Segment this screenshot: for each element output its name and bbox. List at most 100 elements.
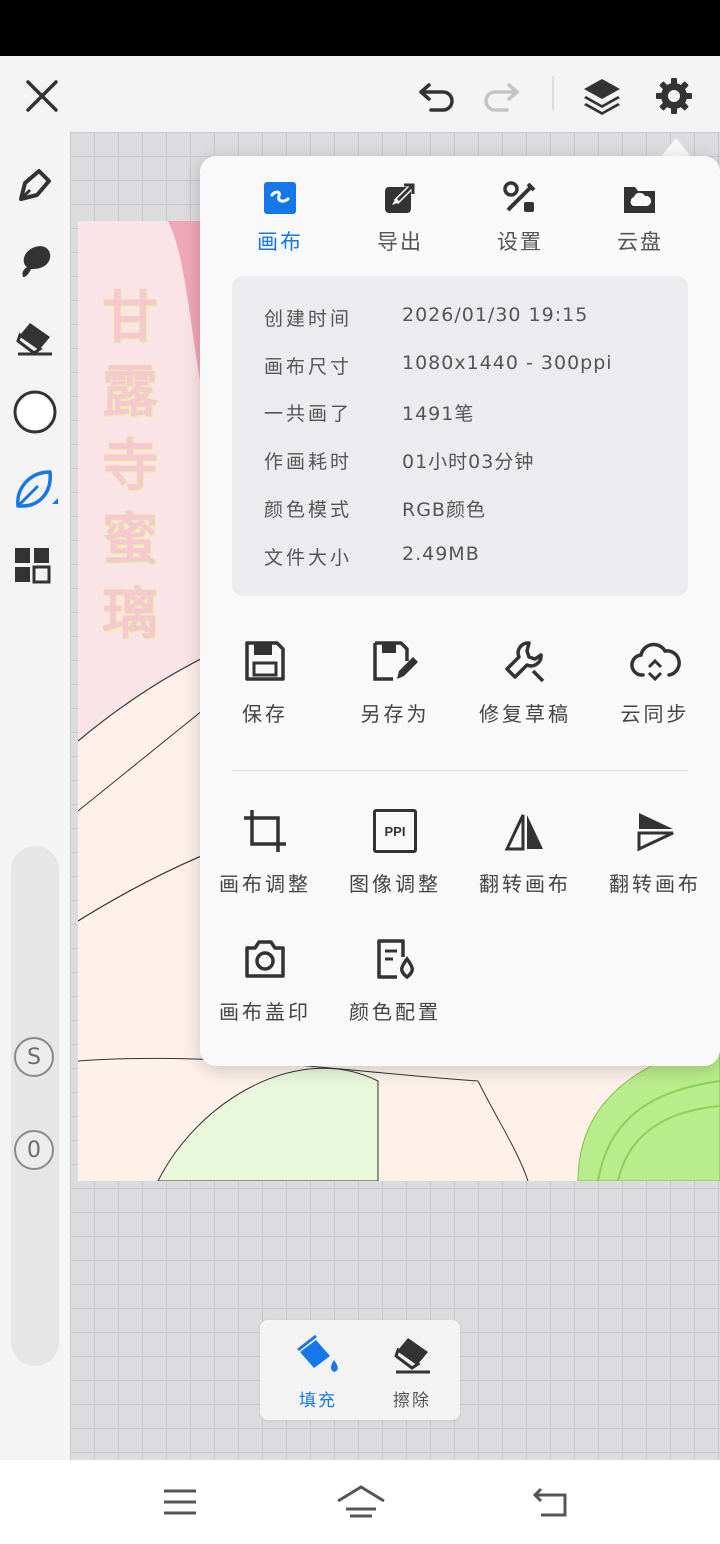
flip-horizontal-icon	[504, 814, 543, 851]
camera-icon	[245, 940, 285, 978]
tab-canvas[interactable]: 画布	[220, 176, 340, 256]
action-label: 另存为	[360, 702, 430, 726]
home-nav-button[interactable]	[334, 1480, 388, 1524]
smudge-icon	[22, 246, 51, 277]
tab-cloud-drive[interactable]: 云盘	[580, 176, 700, 256]
menu-nav-button[interactable]	[156, 1480, 204, 1524]
save-as-button[interactable]: 另存为	[330, 636, 460, 727]
info-key: 画布尺寸	[264, 356, 353, 378]
settings-button[interactable]	[650, 72, 698, 120]
artwork-title-char: 甘	[102, 285, 158, 351]
color-picker-button[interactable]	[10, 387, 60, 437]
info-value: 1080x1440 - 300ppi	[402, 352, 613, 374]
redo-icon	[484, 83, 519, 112]
size-badge[interactable]: S	[14, 1037, 54, 1077]
eraser-icon	[16, 323, 52, 356]
flip-horizontal-button[interactable]: 翻转画布	[460, 806, 590, 897]
info-key: 创建时间	[264, 308, 353, 330]
tab-settings[interactable]: 设置	[460, 176, 580, 256]
erase-label: 擦除	[393, 1391, 431, 1411]
leaf-tool-button[interactable]	[10, 464, 62, 514]
layers-button[interactable]	[578, 72, 626, 120]
canvas-icon	[264, 182, 296, 214]
export-icon	[385, 183, 415, 213]
flip-vertical-button[interactable]: 翻转画布	[590, 806, 720, 897]
tab-label: 导出	[377, 230, 423, 254]
color-config-icon	[377, 939, 414, 980]
artwork-title: 甘 露 寺 蜜 璃	[100, 281, 160, 651]
pen-icon	[19, 169, 51, 201]
save-as-icon	[373, 641, 418, 681]
action-label: 翻转画布	[479, 872, 571, 896]
grid-menu-button[interactable]	[12, 542, 52, 588]
cloud-sync-button[interactable]: 云同步	[590, 636, 720, 727]
fill-button[interactable]: 填充	[278, 1334, 358, 1411]
save-icon	[245, 641, 285, 681]
info-value: 01小时03分钟	[402, 451, 535, 473]
info-value: RGB颜色	[402, 499, 486, 521]
erase-button[interactable]: 擦除	[372, 1334, 452, 1411]
brush-size-slider[interactable]	[11, 846, 59, 1366]
color-config-button[interactable]: 颜色配置	[330, 934, 460, 1025]
cloud-sync-icon	[630, 642, 681, 682]
back-nav-button[interactable]	[526, 1480, 574, 1524]
repair-draft-button[interactable]: 修复草稿	[460, 636, 590, 727]
home-icon	[337, 1485, 385, 1518]
redo-button[interactable]	[478, 74, 524, 118]
settings-tools-icon	[503, 181, 536, 212]
eraser-tool-button[interactable]	[12, 314, 58, 360]
fill-tool-panel: 填充 擦除	[260, 1320, 460, 1420]
paint-bucket-icon	[297, 1334, 338, 1372]
eraser-icon	[394, 1338, 430, 1374]
artwork-title-char: 露	[102, 359, 158, 425]
save-button[interactable]: 保存	[200, 636, 330, 727]
undo-icon	[419, 83, 454, 112]
tab-export[interactable]: 导出	[340, 176, 460, 256]
artwork-title-char: 蜜	[102, 507, 158, 573]
smudge-tool-button[interactable]	[12, 238, 58, 284]
info-row: 颜色模式 RGB颜色	[264, 495, 486, 525]
tab-label: 云盘	[617, 230, 663, 254]
info-row: 创建时间 2026/01/30 19:15	[264, 304, 588, 334]
color-swatch-icon	[13, 390, 57, 434]
panel-arrow	[660, 138, 692, 158]
action-label: 画布盖印	[219, 1000, 311, 1024]
action-label: 保存	[242, 702, 288, 726]
image-adjust-button[interactable]: PPI 图像调整	[330, 806, 460, 897]
info-row: 作画耗时 01小时03分钟	[264, 447, 534, 477]
leaf-icon	[16, 470, 58, 508]
canvas-stamp-button[interactable]: 画布盖印	[200, 934, 330, 1025]
top-toolbar	[0, 56, 720, 132]
action-label: 画布调整	[219, 872, 311, 896]
fill-label: 填充	[299, 1391, 337, 1411]
action-label: 修复草稿	[479, 702, 571, 726]
back-icon	[532, 1487, 567, 1517]
canvas-info-box: 创建时间 2026/01/30 19:15 画布尺寸 1080x1440 - 3…	[232, 276, 688, 596]
tab-label: 画布	[257, 230, 303, 254]
layers-icon	[584, 79, 620, 115]
info-row: 文件大小 2.49MB	[264, 543, 480, 573]
info-key: 文件大小	[264, 547, 353, 569]
opacity-badge[interactable]: 0	[14, 1130, 54, 1170]
status-bar	[0, 0, 720, 56]
info-key: 一共画了	[264, 403, 353, 425]
toolbar-divider	[552, 76, 554, 110]
action-label: 颜色配置	[349, 1000, 441, 1024]
action-label: 云同步	[620, 702, 690, 726]
close-button[interactable]	[20, 74, 64, 118]
wrench-icon	[505, 641, 545, 683]
cloud-drive-icon	[624, 187, 655, 213]
flip-vertical-icon	[637, 813, 674, 852]
system-nav-bar	[0, 1460, 720, 1544]
undo-button[interactable]	[414, 74, 460, 118]
grid-icon	[15, 548, 51, 584]
canvas-settings-panel: 画布 导出 设置 云盘 创建时间 2026/01/30 19:15 画布尺寸 1…	[200, 156, 720, 1066]
canvas-adjust-button[interactable]: 画布调整	[200, 806, 330, 897]
info-value: 2.49MB	[402, 543, 480, 565]
gear-icon	[656, 78, 692, 114]
pen-tool-button[interactable]	[12, 162, 58, 208]
action-label: 图像调整	[349, 872, 441, 896]
info-value: 1491笔	[402, 403, 475, 425]
action-label: 翻转画布	[609, 872, 701, 896]
ppi-icon: PPI	[373, 809, 417, 853]
